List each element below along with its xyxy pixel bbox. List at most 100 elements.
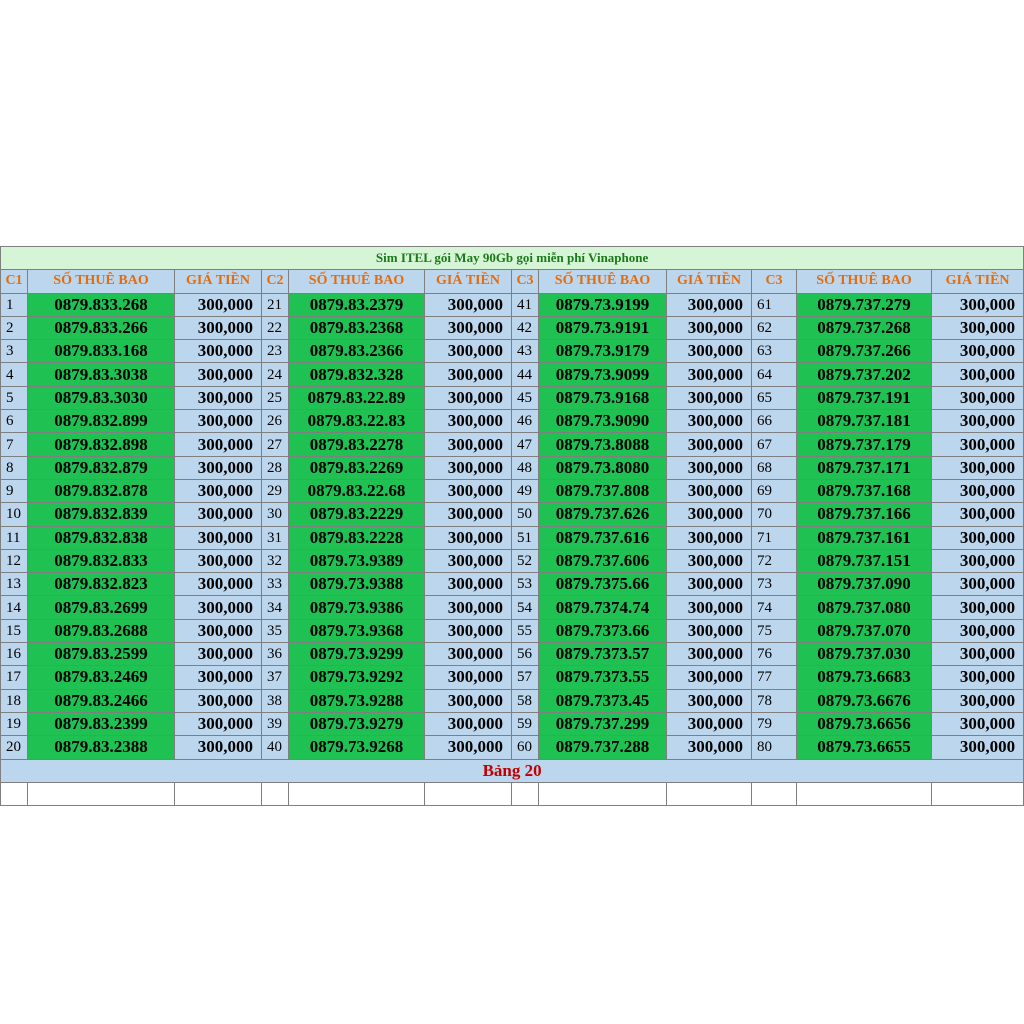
- phone-number-cell: 0879.737.279: [796, 292, 932, 317]
- row-index: 24: [261, 362, 289, 387]
- row-index: 72: [751, 548, 797, 574]
- row-index: 49: [511, 478, 539, 504]
- row-index: 23: [261, 339, 289, 364]
- price-cell: 300,000: [666, 618, 752, 644]
- price-cell: 300,000: [666, 595, 752, 620]
- row-index: 48: [511, 455, 539, 480]
- phone-number-cell: 0879.737.080: [796, 595, 932, 620]
- price-cell: 300,000: [424, 665, 512, 690]
- phone-number-cell: 0879.83.2228: [288, 525, 425, 550]
- price-cell: 300,000: [930, 362, 1024, 387]
- phone-number-cell: 0879.7373.55: [538, 665, 667, 690]
- table-title: Sim ITEL gói May 90Gb gọi miễn phí Vinap…: [0, 245, 1024, 271]
- phone-number-cell: 0879.83.2466: [27, 688, 175, 713]
- row-index: 26: [261, 409, 289, 434]
- row-index: 77: [751, 665, 797, 690]
- row-index: 37: [261, 665, 289, 690]
- price-cell: 300,000: [424, 572, 512, 597]
- row-index: 64: [751, 362, 797, 387]
- row-index: 15: [0, 618, 28, 644]
- phone-number-cell: 0879.73.6676: [796, 688, 932, 713]
- row-index: 10: [0, 502, 28, 527]
- price-cell: 300,000: [424, 292, 512, 317]
- row-index: 2: [0, 315, 28, 341]
- row-index: 74: [751, 595, 797, 620]
- phone-number-cell: 0879.832.328: [288, 362, 425, 387]
- price-cell: 300,000: [174, 665, 262, 690]
- phone-number-cell: 0879.737.191: [796, 385, 932, 411]
- phone-number-cell: 0879.737.070: [796, 618, 932, 644]
- price-cell: 300,000: [424, 525, 512, 550]
- row-index: 14: [0, 595, 28, 620]
- row-index: 41: [511, 292, 539, 317]
- phone-number-cell: 0879.833.266: [27, 315, 175, 341]
- price-cell: 300,000: [930, 409, 1024, 434]
- row-index: 39: [261, 711, 289, 737]
- empty-cell: [0, 781, 28, 807]
- price-cell: 300,000: [174, 642, 262, 667]
- price-cell: 300,000: [666, 409, 752, 434]
- phone-number-cell: 0879.832.823: [27, 572, 175, 597]
- row-index: 68: [751, 455, 797, 480]
- row-index: 56: [511, 642, 539, 667]
- price-cell: 300,000: [174, 711, 262, 737]
- phone-number-cell: 0879.737.288: [538, 735, 667, 760]
- price-cell: 300,000: [424, 432, 512, 457]
- phone-number-cell: 0879.73.9179: [538, 339, 667, 364]
- table-row: 14 0879.83.2699 300,000 34 0879.73.9386 300,0…: [0, 595, 1024, 620]
- row-index: 79: [751, 711, 797, 737]
- phone-number-cell: 0879.737.090: [796, 572, 932, 597]
- column-header: C1: [0, 269, 28, 294]
- phone-number-cell: 0879.7373.45: [538, 688, 667, 713]
- table-row: 5 0879.83.3030 300,000 25 0879.83.22.89 300,0…: [0, 385, 1024, 411]
- phone-number-cell: 0879.83.2269: [288, 455, 425, 480]
- row-index: 61: [751, 292, 797, 317]
- price-cell: 300,000: [174, 455, 262, 480]
- price-cell: 300,000: [666, 735, 752, 760]
- header-row: C1 SỐ THUÊ BAO GIÁ TIỀN C2 SỐ THUÊ BAO GIÁ TI…: [0, 269, 1024, 294]
- phone-number-cell: 0879.73.9199: [538, 292, 667, 317]
- phone-number-cell: 0879.73.9099: [538, 362, 667, 387]
- price-cell: 300,000: [666, 642, 752, 667]
- phone-number-cell: 0879.83.2599: [27, 642, 175, 667]
- table-row: 3 0879.833.168 300,000 23 0879.83.2366 300,00…: [0, 339, 1024, 364]
- row-index: 54: [511, 595, 539, 620]
- price-cell: 300,000: [174, 432, 262, 457]
- price-cell: 300,000: [424, 618, 512, 644]
- price-cell: 300,000: [424, 711, 512, 737]
- row-index: 52: [511, 548, 539, 574]
- row-index: 29: [261, 478, 289, 504]
- row-index: 28: [261, 455, 289, 480]
- phone-number-cell: 0879.833.268: [27, 292, 175, 317]
- row-index: 76: [751, 642, 797, 667]
- table-row: 11 0879.832.838 300,000 31 0879.83.2228 300,0…: [0, 525, 1024, 550]
- row-index: 78: [751, 688, 797, 713]
- price-cell: 300,000: [424, 548, 512, 574]
- phone-number-cell: 0879.737.171: [796, 455, 932, 480]
- phone-number-cell: 0879.737.168: [796, 478, 932, 504]
- phone-number-cell: 0879.737.161: [796, 525, 932, 550]
- row-index: 34: [261, 595, 289, 620]
- row-index: 7: [0, 432, 28, 457]
- price-cell: 300,000: [930, 525, 1024, 550]
- phone-number-cell: 0879.833.168: [27, 339, 175, 364]
- phone-number-cell: 0879.737.299: [538, 711, 667, 737]
- phone-number-cell: 0879.83.2699: [27, 595, 175, 620]
- price-cell: 300,000: [930, 618, 1024, 644]
- phone-number-cell: 0879.737.202: [796, 362, 932, 387]
- table-row: 1 0879.833.268 300,000 21 0879.83.2379 300,00…: [0, 292, 1024, 317]
- table-footer: Bảng 20: [0, 758, 1024, 783]
- price-cell: 300,000: [174, 548, 262, 574]
- row-index: 32: [261, 548, 289, 574]
- row-index: 6: [0, 409, 28, 434]
- price-cell: 300,000: [666, 455, 752, 480]
- price-cell: 300,000: [666, 711, 752, 737]
- row-index: 59: [511, 711, 539, 737]
- phone-number-cell: 0879.737.166: [796, 502, 932, 527]
- table-row: 4 0879.83.3038 300,000 24 0879.832.328 300,00…: [0, 362, 1024, 387]
- phone-number-cell: 0879.83.3030: [27, 385, 175, 411]
- row-index: 35: [261, 618, 289, 644]
- phone-number-cell: 0879.73.9168: [538, 385, 667, 411]
- table-row: 17 0879.83.2469 300,000 37 0879.73.9292 300,0…: [0, 665, 1024, 690]
- empty-cell: [288, 781, 425, 807]
